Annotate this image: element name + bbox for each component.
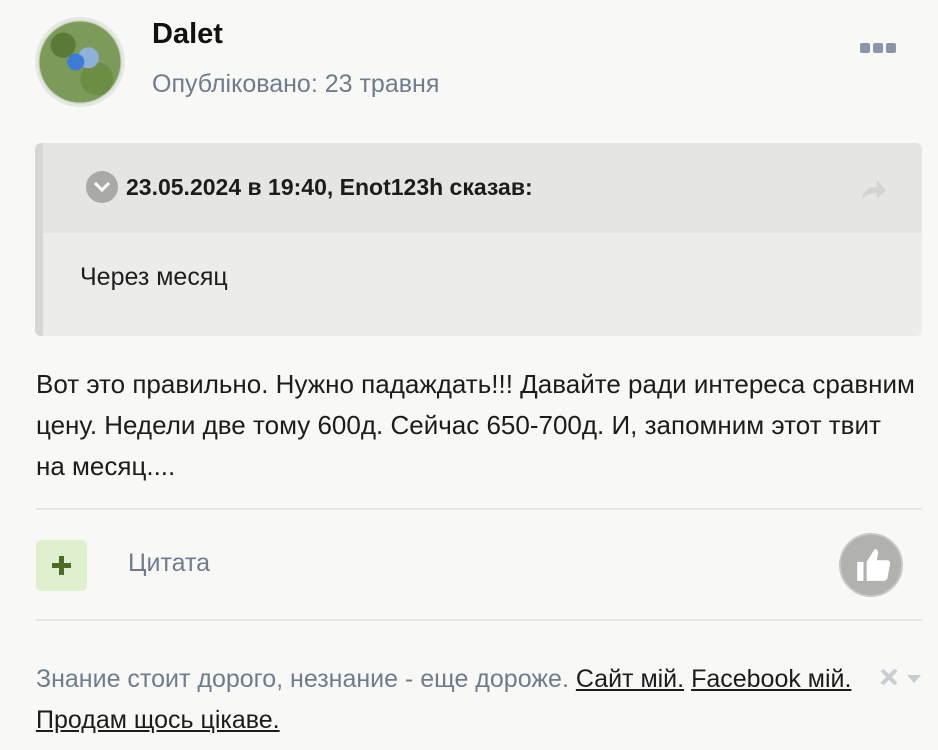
post-body: Вот это правильно. Нужно падаждать!!! Да… <box>36 369 915 481</box>
quote-button[interactable]: Цитата <box>128 549 210 578</box>
caret-down-icon[interactable] <box>906 672 922 690</box>
signature: Знание стоит дорого, незнание - еще доро… <box>36 659 886 741</box>
quote-text: Через месяц <box>80 263 228 291</box>
divider <box>36 619 922 621</box>
signature-link-sale[interactable]: Продам щось цікаве. <box>36 706 280 734</box>
more-options-button[interactable] <box>860 38 898 58</box>
share-icon[interactable] <box>860 179 888 206</box>
post-published-date: Опубліковано: 23 травня <box>152 70 440 98</box>
signature-link-facebook[interactable]: Facebook мій. <box>691 665 851 693</box>
thumbs-up-icon[interactable] <box>839 533 903 597</box>
more-icon <box>860 43 870 53</box>
signature-link-site[interactable]: Сайт мій. <box>576 665 684 693</box>
plus-icon[interactable] <box>36 540 87 591</box>
post-author[interactable]: Dalet <box>152 18 223 51</box>
quote-author-line: 23.05.2024 в 19:40, Enot123h сказав: <box>126 174 533 200</box>
quote-block: 23.05.2024 в 19:40, Enot123h сказав: Чер… <box>35 143 922 336</box>
divider <box>36 508 922 510</box>
close-icon[interactable] <box>879 667 899 692</box>
avatar[interactable] <box>38 20 122 104</box>
signature-text: Знание стоит дорого, незнание - еще доро… <box>36 665 569 693</box>
chevron-down-icon[interactable] <box>86 171 118 203</box>
